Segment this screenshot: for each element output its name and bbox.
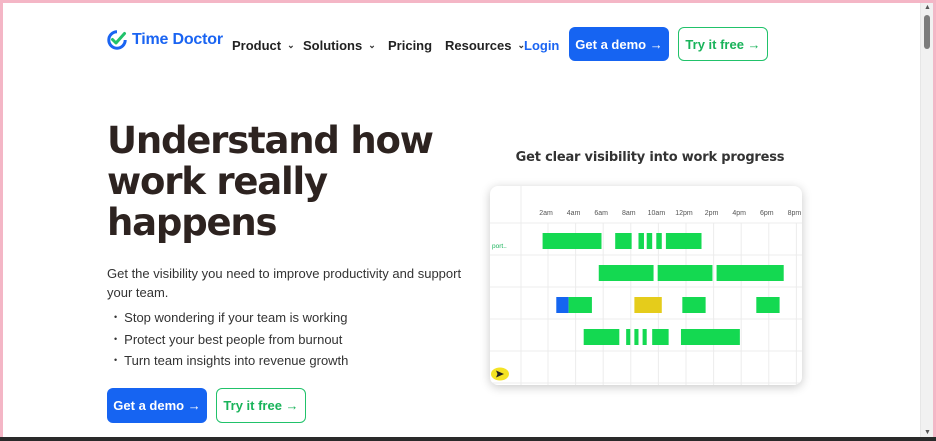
nav-get-demo-button[interactable]: Get a demo →: [569, 27, 669, 61]
activity-bar: [634, 329, 639, 345]
activity-bar: [583, 329, 620, 345]
hero-subtitle: Get the visibility you need to improve p…: [107, 266, 462, 300]
bullet-icon: •: [114, 355, 118, 365]
hour-label: 8pm: [788, 210, 802, 217]
activity-bar: [646, 233, 653, 249]
chevron-down-icon: ⌄: [368, 40, 376, 50]
hour-label: 6am: [594, 210, 608, 217]
bottom-edge: [0, 437, 936, 441]
hour-label: 4am: [567, 210, 581, 217]
benefit-text: Protect your best people from burnout: [124, 331, 343, 347]
scroll-up-arrow-icon[interactable]: ▲: [924, 4, 931, 11]
nav-resources-label: Resources: [445, 38, 512, 53]
activity-bar: [598, 265, 654, 281]
activity-bar: [642, 329, 647, 345]
activity-bar: [626, 329, 631, 345]
activity-bar: [615, 233, 632, 249]
hour-label: 4pm: [732, 210, 746, 217]
hero-get-demo-button[interactable]: Get a demo →: [107, 388, 207, 423]
benefit-item: • Stop wondering if your team is working: [114, 307, 348, 329]
timeline-card: 2am 4am 6am 8am 10am 12pm 2pm 4pm 6pm 8pm port..: [490, 186, 802, 385]
hour-label: 10am: [648, 210, 666, 217]
hour-label: 12pm: [675, 210, 693, 217]
chevron-down-icon: ⌄: [287, 40, 295, 50]
activity-bar: [756, 297, 780, 313]
scroll-thumb[interactable]: [924, 15, 930, 49]
logo-text: Time Doctor: [132, 31, 223, 48]
activity-bar: [665, 233, 702, 249]
hero-title-line-1: Understand how: [107, 119, 434, 162]
nav-try-free-button[interactable]: Try it free →: [678, 27, 768, 61]
hero-title: Understand how work really happens: [107, 120, 467, 243]
hour-label: 6pm: [760, 210, 774, 217]
login-link[interactable]: Login: [524, 38, 559, 53]
nav-pricing[interactable]: Pricing: [388, 38, 432, 53]
activity-bar: [638, 233, 644, 249]
activity-bar: [568, 297, 592, 313]
hour-label: 8am: [622, 210, 636, 217]
activity-bar: [542, 233, 602, 249]
nav-solutions[interactable]: Solutions ⌄: [303, 38, 376, 53]
hero-title-line-3: happens: [107, 201, 278, 244]
bullet-icon: •: [114, 333, 118, 344]
hour-label: 2am: [539, 210, 553, 217]
benefit-text: Stop wondering if your team is working: [124, 310, 348, 325]
hero-title-line-2: work really: [107, 160, 328, 203]
benefit-item: • Turn team insights into revenue growth: [114, 350, 348, 372]
row-label: port..: [492, 243, 507, 250]
activity-bar: [652, 329, 669, 345]
benefit-item: • Protect your best people from burnout: [114, 329, 348, 351]
activity-bar: [634, 297, 662, 313]
timeline-chart: 2am 4am 6am 8am 10am 12pm 2pm 4pm 6pm 8pm port..: [490, 186, 802, 385]
bullet-icon: •: [114, 312, 118, 322]
benefit-list: • Stop wondering if your team is working …: [114, 307, 348, 372]
hour-label: 2pm: [705, 210, 719, 217]
activity-bar: [556, 297, 569, 313]
activity-bar: [682, 297, 706, 313]
browser-viewport: Time Doctor Product ⌄ Solutions ⌄ Pricin…: [3, 3, 933, 437]
hero-try-free-button[interactable]: Try it free →: [216, 388, 306, 423]
nav-product-label: Product: [232, 38, 282, 53]
nav-pricing-label: Pricing: [388, 38, 433, 53]
login-label: Login: [524, 38, 560, 53]
logo-icon: [107, 30, 127, 50]
logo[interactable]: Time Doctor: [107, 30, 223, 50]
visibility-title: Get clear visibility into work progress: [515, 150, 785, 165]
nav-resources[interactable]: Resources ⌄: [445, 38, 525, 53]
scroll-down-arrow-icon[interactable]: ▼: [924, 429, 931, 436]
nav-solutions-label: Solutions: [303, 38, 363, 53]
nav-product[interactable]: Product ⌄: [232, 38, 295, 53]
activity-bar: [656, 233, 662, 249]
benefit-text: Turn team insights into revenue growth: [124, 353, 349, 368]
activity-bar: [657, 265, 713, 281]
vertical-scrollbar[interactable]: ▲ ▼: [920, 3, 933, 437]
activity-bar: [680, 329, 740, 345]
activity-bar: [716, 265, 784, 281]
